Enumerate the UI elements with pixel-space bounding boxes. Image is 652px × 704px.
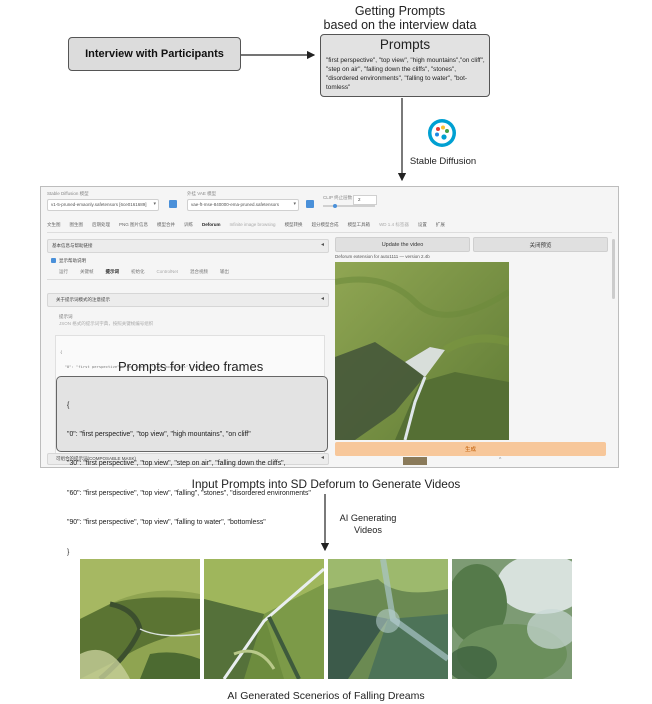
- main-tabs: 文生图 图生图 后期处理 PNG 图片信息 模型合并 训练 Deforum In…: [47, 222, 612, 233]
- update-video-button[interactable]: Update the video: [335, 237, 470, 252]
- sub-tabs: 运行 关键帧 提示词 初始化 ControlNet 混合视频 输出: [47, 269, 339, 280]
- subtab[interactable]: 运行: [59, 269, 68, 279]
- frame-line: }: [67, 548, 70, 556]
- prompt-notes-label: 关于提示词模式的注意提示: [56, 297, 110, 302]
- subtab[interactable]: 关键帧: [80, 269, 94, 279]
- caret-icon: ^: [499, 457, 502, 463]
- subtab[interactable]: 输出: [220, 269, 229, 279]
- prompts-box: Prompts "first perspective", "top view",…: [320, 34, 490, 97]
- generate-button[interactable]: 生成: [335, 442, 606, 456]
- tab[interactable]: 模型转换: [285, 222, 303, 232]
- interview-box: Interview with Participants: [68, 37, 241, 71]
- tab[interactable]: 图生图: [70, 222, 84, 232]
- tab[interactable]: 模型合并: [157, 222, 175, 232]
- clip-value: 2: [358, 197, 361, 202]
- dropdown-icon: ▾: [293, 201, 296, 207]
- tab[interactable]: 训练: [184, 222, 193, 232]
- vae-label: 外挂 VAE 模型: [187, 191, 217, 196]
- tab-deforum[interactable]: Deforum: [202, 222, 221, 232]
- subtab-prompts[interactable]: 提示词: [106, 269, 120, 279]
- clip-label: CLIP 终止层数: [323, 195, 353, 200]
- tab[interactable]: 设置: [418, 222, 427, 232]
- caption-input: Input Prompts into SD Deforum to Generat…: [191, 477, 461, 491]
- ai-generating-line1: AI Generating: [339, 513, 397, 523]
- generated-frame-4: [452, 559, 572, 679]
- ai-generating-label: AI Generating Videos: [333, 512, 403, 536]
- prompt-notes-section[interactable]: 关于提示词模式的注意提示 ◂: [47, 293, 329, 307]
- collapse-icon: ◂: [320, 455, 324, 461]
- basic-info-label: 基本信息与帮助链接: [52, 243, 93, 248]
- prompts-field-label: 提示词: [59, 314, 73, 319]
- preview-image: [335, 262, 509, 440]
- tab[interactable]: 后期处理: [92, 222, 110, 232]
- tab[interactable]: Infinite image browsing: [230, 222, 276, 232]
- tab[interactable]: PNG 图片信息: [119, 222, 148, 232]
- deforum-version: Deforum extension for auto1111 — version…: [335, 254, 430, 259]
- frame-line: "30": "first perspective", "top view", "…: [67, 460, 286, 468]
- ai-generating-line2: Videos: [354, 525, 382, 535]
- frame-line: {: [67, 401, 70, 409]
- prompts-field-hint: JSON 格式的提示词字典，按照关键帧编号组织: [59, 321, 154, 326]
- generated-frame-3: [328, 559, 448, 679]
- prompts-frames-box: { "0": "first perspective", "top view", …: [56, 376, 328, 556]
- caption-bottom: AI Generated Scenerios of Falling Dreams: [227, 690, 425, 702]
- tab[interactable]: 扩展: [436, 222, 445, 232]
- code-line: {: [60, 349, 63, 354]
- getting-prompts-title: Getting Prompts based on the interview d…: [300, 4, 500, 32]
- model-label: Stable Diffusion 模型: [47, 191, 89, 196]
- tab[interactable]: WD 1.4 标签器: [379, 222, 409, 232]
- clip-slider[interactable]: [323, 204, 375, 208]
- frame-line: "90": "first perspective", "top view", "…: [67, 519, 266, 527]
- tab[interactable]: 文生图: [47, 222, 61, 232]
- vae-select-value: vae-ft-mse-840000-ema-pruned.safetensors: [191, 202, 280, 207]
- scrollbar[interactable]: [612, 239, 615, 299]
- frame-line: "0": "first perspective", "top view", "h…: [67, 430, 251, 438]
- show-info-label: 显示帮助说明: [59, 258, 86, 263]
- thumbnail: [403, 457, 427, 465]
- prompts-frames-title: Prompts for video frames: [118, 359, 264, 374]
- model-select-value: v1-5-pruned-emaonly.safetensors [6ce0161…: [51, 202, 147, 207]
- palette-icon: [428, 119, 456, 147]
- getting-prompts-line2: based on the interview data: [323, 18, 477, 32]
- subtab[interactable]: ControlNet: [157, 269, 179, 279]
- stable-diffusion-label: Stable Diffusion: [409, 156, 477, 167]
- generated-frame-2: [204, 559, 324, 679]
- collapse-icon: ◂: [320, 242, 324, 248]
- basic-info-section[interactable]: 基本信息与帮助链接 ◂: [47, 239, 329, 253]
- prompts-box-title: Prompts: [379, 37, 431, 52]
- subtab[interactable]: 混合视频: [190, 269, 208, 279]
- show-info-checkbox[interactable]: [51, 258, 56, 263]
- model-select[interactable]: v1-5-pruned-emaonly.safetensors [6ce0161…: [47, 199, 159, 211]
- tab[interactable]: 模型工具箱: [348, 222, 371, 232]
- prompts-box-text: "first perspective", "top view", "high m…: [326, 57, 485, 91]
- refresh-icon[interactable]: [306, 200, 314, 208]
- close-preview-button[interactable]: 关闭预览: [473, 237, 608, 252]
- interview-label: Interview with Participants: [85, 48, 224, 60]
- vae-select[interactable]: vae-ft-mse-840000-ema-pruned.safetensors…: [187, 199, 299, 211]
- clip-input[interactable]: 2: [353, 195, 377, 205]
- tab[interactable]: 超分模型合成: [312, 222, 339, 232]
- getting-prompts-line1: Getting Prompts: [354, 4, 446, 18]
- refresh-icon[interactable]: [169, 200, 177, 208]
- generated-frame-1: [80, 559, 200, 679]
- collapse-icon: ◂: [320, 296, 324, 302]
- dropdown-icon: ▾: [153, 201, 156, 207]
- subtab[interactable]: 初始化: [131, 269, 145, 279]
- slider-handle[interactable]: [333, 204, 337, 208]
